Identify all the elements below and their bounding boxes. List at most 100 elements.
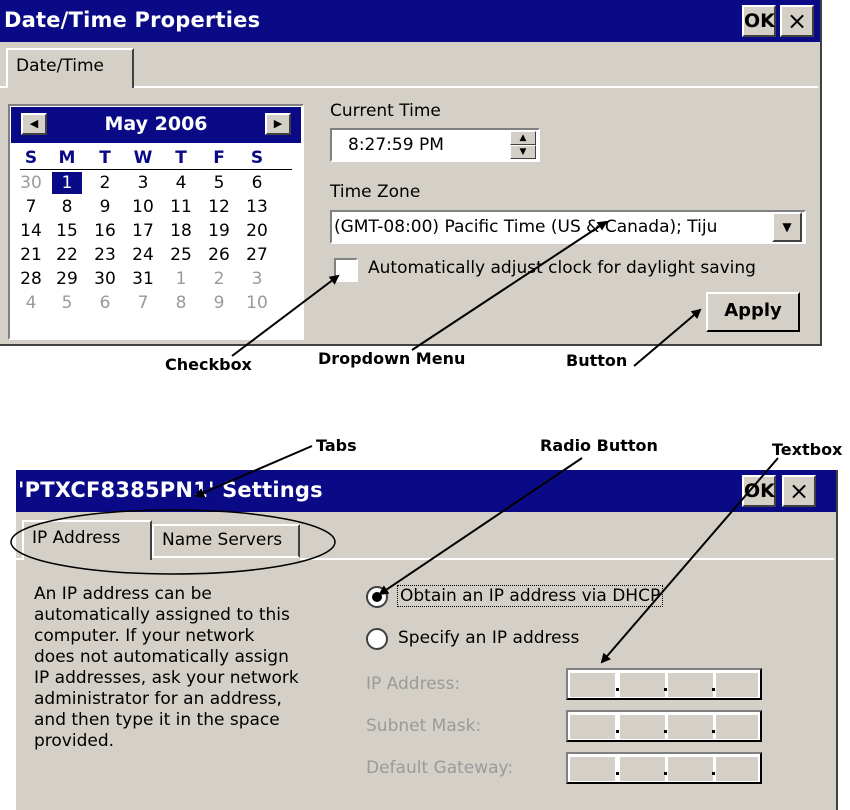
calendar-day[interactable]: 28 [16,268,46,290]
calendar-day[interactable]: 20 [242,220,272,242]
calendar-day[interactable]: 12 [204,196,234,218]
title-bar: 'PTXCF8385PN1' Settings OK × [16,470,836,512]
ip-separator-dot [712,688,715,691]
annotation-tabs: Tabs [316,436,357,455]
calendar-day[interactable]: 1 [166,268,196,290]
ip-description: An IP address can be automatically assig… [34,584,299,752]
calendar-day[interactable]: 10 [128,196,158,218]
description-line: IP addresses, ask your network [34,668,299,688]
description-line: and then type it in the space [34,710,280,730]
description-line: automatically assigned to this [34,605,290,625]
radio-specify[interactable] [366,628,388,650]
time-zone-dropdown[interactable]: (GMT-08:00) Pacific Time (US & Canada); … [330,210,806,244]
tab-panel-edge-left [16,558,22,560]
calendar-day[interactable]: 27 [242,244,272,266]
calendar-day[interactable]: 13 [242,196,272,218]
current-time-value: 8:27:59 PM [348,135,444,155]
calendar-day[interactable]: 19 [204,220,234,242]
calendar-day[interactable]: 23 [90,244,120,266]
calendar-day[interactable]: 7 [128,292,158,314]
dropdown-arrow-button[interactable]: ▼ [772,212,802,242]
calendar-day[interactable]: 16 [90,220,120,242]
calendar-day[interactable]: 3 [128,172,158,194]
time-zone-value: (GMT-08:00) Pacific Time (US & Canada); … [334,217,718,237]
description-line: does not automatically assign [34,647,289,667]
calendar-day[interactable]: 17 [128,220,158,242]
calendar-day[interactable]: 2 [204,268,234,290]
description-line: administrator for an address, [34,689,282,709]
calendar-day[interactable]: 25 [166,244,196,266]
ip-octet [620,757,665,781]
calendar-day[interactable]: 3 [242,268,272,290]
calendar-day[interactable]: 6 [242,172,272,194]
calendar-day[interactable]: 10 [242,292,272,314]
tab-ip-address[interactable]: IP Address [22,520,152,560]
calendar-day[interactable]: 9 [90,196,120,218]
ip-separator-dot [616,730,619,733]
calendar-day[interactable]: 15 [52,220,82,242]
ok-button[interactable]: OK [742,5,776,37]
current-time-field[interactable]: 8:27:59 PM ▲ ▼ [330,128,540,162]
calendar-day[interactable]: 30 [90,268,120,290]
calendar-day[interactable]: 8 [166,292,196,314]
radio-dhcp[interactable] [366,586,388,608]
network-settings-dialog: 'PTXCF8385PN1' Settings OK × IP Address … [16,470,838,810]
ip-octet [620,715,665,739]
apply-button[interactable]: Apply [706,292,800,332]
close-button[interactable]: × [782,475,816,507]
dst-checkbox[interactable] [334,258,358,282]
radio-specify-label[interactable]: Specify an IP address [398,628,579,648]
spin-up-icon[interactable]: ▲ [510,131,536,145]
calendar-day[interactable]: 30 [16,172,46,194]
ip-separator-dot [712,772,715,775]
calendar-day[interactable]: 26 [204,244,234,266]
calendar-day[interactable]: 2 [90,172,120,194]
calendar-day[interactable]: 5 [52,292,82,314]
calendar-day[interactable]: 18 [166,220,196,242]
annotation-radio-button: Radio Button [540,436,658,455]
month-calendar[interactable]: ◀ May 2006 ▶ S M T W T F S 30 1 2 3 4 5 6 7 8 9 10 11 12 13 1… [8,104,304,340]
calendar-day[interactable]: 4 [16,292,46,314]
next-month-button[interactable]: ▶ [265,113,291,135]
calendar-day[interactable]: 21 [16,244,46,266]
ip-octet [668,715,713,739]
date-time-dialog: Date/Time Properties OK × Date/Time ◀ Ma… [0,0,822,346]
chevron-down-icon: ▼ [782,220,792,234]
calendar-day[interactable]: 8 [52,196,82,218]
calendar-day[interactable]: 7 [16,196,46,218]
weekday-header: S [24,148,38,168]
calendar-day[interactable]: 11 [166,196,196,218]
calendar-header: ◀ May 2006 ▶ [11,107,301,143]
calendar-day[interactable]: 5 [204,172,234,194]
tab-name-servers[interactable]: Name Servers [152,524,300,558]
tab-date-time[interactable]: Date/Time [6,48,134,88]
calendar-day[interactable]: 31 [128,268,158,290]
tab-panel-edge [134,86,818,88]
default-gateway-textbox[interactable] [566,752,762,784]
calendar-day[interactable]: 14 [16,220,46,242]
dst-checkbox-label[interactable]: Automatically adjust clock for daylight … [368,258,756,278]
tab-panel-edge [300,558,834,560]
weekday-divider [20,169,292,170]
calendar-day[interactable]: 24 [128,244,158,266]
subnet-mask-textbox[interactable] [566,710,762,742]
weekday-header: T [99,148,111,168]
spin-down-icon[interactable]: ▼ [510,145,536,159]
tab-panel-edge-left [0,86,6,88]
time-zone-label: Time Zone [330,182,421,202]
ok-button[interactable]: OK [742,475,776,507]
calendar-day[interactable]: 9 [204,292,234,314]
radio-dhcp-label[interactable]: Obtain an IP address via DHCP [396,585,664,607]
close-button[interactable]: × [780,5,814,37]
calendar-day[interactable]: 4 [166,172,196,194]
ip-separator-dot [664,688,667,691]
calendar-day[interactable]: 29 [52,268,82,290]
radio-selected-dot [372,592,382,602]
calendar-day[interactable]: 1 [52,172,82,194]
ip-octet [716,673,758,697]
calendar-day[interactable]: 6 [90,292,120,314]
time-spinner[interactable]: ▲ ▼ [510,131,536,159]
ip-address-textbox[interactable] [566,668,762,700]
weekday-header: S [250,148,264,168]
calendar-day[interactable]: 22 [52,244,82,266]
